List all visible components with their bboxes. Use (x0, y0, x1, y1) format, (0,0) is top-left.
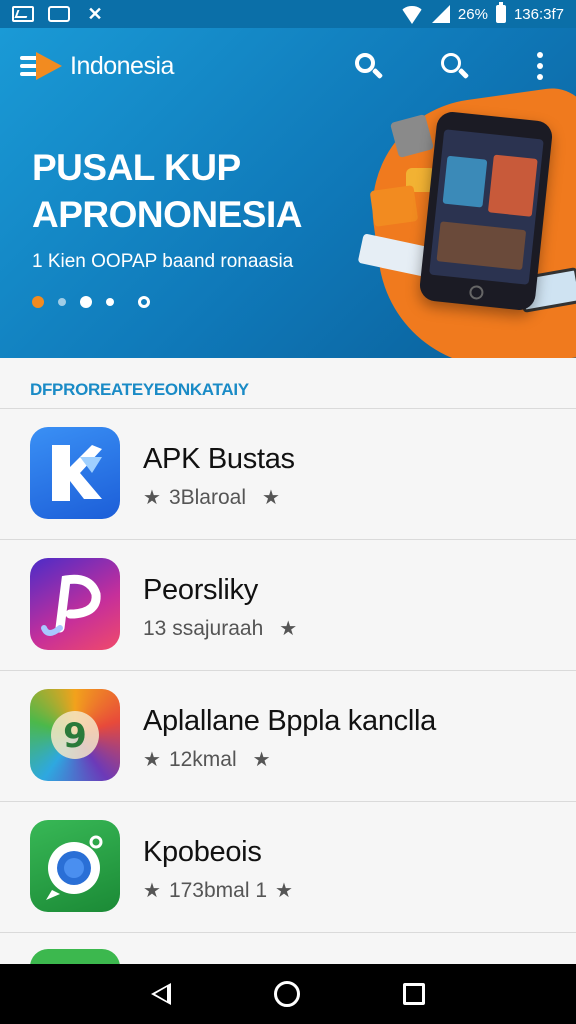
pager-dot[interactable] (106, 298, 114, 306)
camera-app-icon (30, 820, 120, 912)
logo-icon (20, 48, 64, 84)
app-meta-text: 12kmal (168, 747, 237, 771)
pager-dot[interactable] (138, 296, 150, 308)
app-meta-text: 173bmal 1 (168, 878, 268, 902)
app-meta-text: 13 ssajuraah (143, 616, 264, 640)
clock: 136:3f7 (513, 5, 564, 23)
more-vert-icon[interactable] (524, 50, 556, 82)
pager-dot[interactable] (58, 298, 66, 306)
app-name: Kpobeois (143, 836, 262, 868)
list-item[interactable]: Kpobeois ★ 173bmal 1 ★ (0, 801, 576, 932)
deco-card-icon (369, 185, 419, 227)
banner-title-line2: APRONONESIA (32, 194, 302, 235)
app-toolbar: Indonesia (0, 28, 576, 104)
home-icon[interactable] (273, 981, 300, 1007)
section-title: DFPROREATEYEONKATAIY (30, 380, 249, 399)
app-screen: ✕ 26% 136:3f7 Indonesia PUSAL KUP APRONO… (0, 0, 576, 1024)
list-item[interactable] (0, 932, 576, 964)
search-icon[interactable] (352, 50, 384, 82)
p-app-icon (30, 558, 120, 650)
list-item[interactable]: APK Bustas ★ 3Blaroal ★ (0, 408, 576, 539)
k-app-icon (30, 427, 120, 519)
partial-app-icon (30, 949, 120, 964)
star-icon: ★ (252, 749, 271, 771)
message-icon (48, 6, 70, 22)
search-alt-icon[interactable] (438, 50, 470, 82)
battery-icon (495, 2, 506, 23)
banner-text: PUSAL KUP APRONONESIA 1 Kien OOPAP baand… (32, 146, 302, 274)
app-name: Aplallane Bppla kanclla (143, 705, 436, 737)
app-logo[interactable]: Indonesia (20, 48, 174, 84)
signal-icon (431, 5, 450, 23)
app-name: Peorsliky (143, 574, 258, 606)
app-meta: ★ 3Blaroal ★ (143, 485, 280, 510)
star-icon: ★ (262, 487, 280, 509)
pager-dot-active[interactable] (32, 296, 44, 308)
app-list-section: DFPROREATEYEONKATAIY APK Bustas ★ 3Blaro… (0, 358, 576, 964)
banner-pager (32, 296, 150, 308)
battery-text: 26% (457, 5, 488, 23)
list-item[interactable]: 9 Aplallane Bppla kanclla ★ 12kmal ★ (0, 670, 576, 801)
pager-dot[interactable] (80, 296, 92, 308)
recents-icon[interactable] (402, 983, 425, 1005)
star-icon: ★ (143, 749, 161, 771)
list-item[interactable]: Peorsliky 13 ssajuraah ★ (0, 539, 576, 670)
system-nav-bar (0, 964, 576, 1024)
status-bar: ✕ 26% 136:3f7 (0, 0, 576, 28)
phone-illustration (418, 110, 554, 312)
banner-title-line1: PUSAL KUP (32, 147, 241, 188)
wifi-icon (399, 6, 424, 24)
gallery-icon (12, 6, 34, 22)
banner-subtitle: 1 Kien OOPAP baand ronaasia (32, 251, 294, 272)
multicolor-app-icon: 9 (30, 689, 120, 781)
hero-banner[interactable]: Indonesia PUSAL KUP APRONONESIA 1 Kien O… (0, 28, 576, 358)
app-meta: ★ 12kmal ★ (143, 747, 271, 772)
svg-text:9: 9 (63, 716, 87, 756)
app-name: APK Bustas (143, 443, 295, 475)
back-icon[interactable] (151, 983, 172, 1005)
star-icon: ★ (143, 880, 161, 902)
x-icon: ✕ (87, 4, 103, 24)
app-meta: 13 ssajuraah ★ (143, 616, 297, 641)
star-icon: ★ (143, 487, 161, 509)
star-icon: ★ (279, 618, 298, 640)
app-meta-text: 3Blaroal (168, 485, 246, 509)
app-meta: ★ 173bmal 1 ★ (143, 878, 293, 903)
star-icon: ★ (275, 880, 293, 902)
logo-text: Indonesia (70, 51, 174, 80)
